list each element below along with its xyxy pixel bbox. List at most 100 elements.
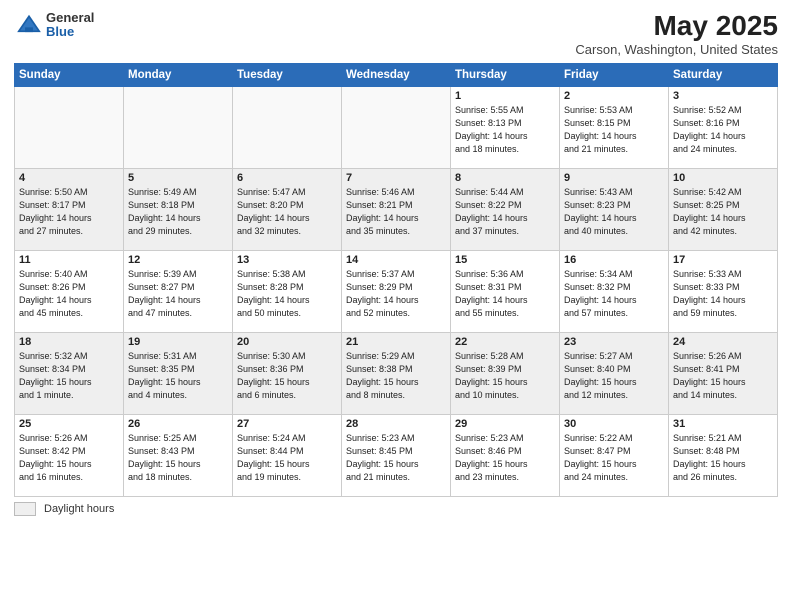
header: General Blue May 2025 Carson, Washington… <box>14 10 778 57</box>
table-row: 15 Sunrise: 5:36 AM Sunset: 8:31 PM Dayli… <box>451 251 560 333</box>
table-row <box>15 87 124 169</box>
day-number: 29 <box>455 418 555 430</box>
calendar-table: Sunday Monday Tuesday Wednesday Thursday… <box>14 63 778 497</box>
day-info: Sunrise: 5:22 AM Sunset: 8:47 PM Dayligh… <box>564 432 664 484</box>
day-number: 23 <box>564 336 664 348</box>
day-info: Sunrise: 5:39 AM Sunset: 8:27 PM Dayligh… <box>128 268 228 320</box>
table-row: 14 Sunrise: 5:37 AM Sunset: 8:29 PM Dayli… <box>342 251 451 333</box>
day-info: Sunrise: 5:50 AM Sunset: 8:17 PM Dayligh… <box>19 186 119 238</box>
day-number: 24 <box>673 336 773 348</box>
day-number: 9 <box>564 172 664 184</box>
col-wednesday: Wednesday <box>342 64 451 87</box>
day-info: Sunrise: 5:44 AM Sunset: 8:22 PM Dayligh… <box>455 186 555 238</box>
day-info: Sunrise: 5:52 AM Sunset: 8:16 PM Dayligh… <box>673 104 773 156</box>
logo-blue-text: Blue <box>46 25 94 39</box>
logo-text: General Blue <box>46 11 94 40</box>
subtitle: Carson, Washington, United States <box>575 42 778 57</box>
col-tuesday: Tuesday <box>233 64 342 87</box>
day-number: 25 <box>19 418 119 430</box>
day-number: 18 <box>19 336 119 348</box>
day-info: Sunrise: 5:28 AM Sunset: 8:39 PM Dayligh… <box>455 350 555 402</box>
legend: Daylight hours <box>14 502 778 516</box>
day-number: 22 <box>455 336 555 348</box>
logo: General Blue <box>14 10 94 40</box>
main-title: May 2025 <box>575 10 778 42</box>
table-row: 21Sunrise: 5:29 AM Sunset: 8:38 PM Dayli… <box>342 333 451 415</box>
table-row: 7 Sunrise: 5:46 AM Sunset: 8:21 PM Daylig… <box>342 169 451 251</box>
day-number: 15 <box>455 254 555 266</box>
day-number: 26 <box>128 418 228 430</box>
logo-icon <box>14 10 44 40</box>
page: General Blue May 2025 Carson, Washington… <box>0 0 792 612</box>
table-row: 17Sunrise: 5:33 AM Sunset: 8:33 PM Dayli… <box>669 251 778 333</box>
day-number: 6 <box>237 172 337 184</box>
day-number: 21 <box>346 336 446 348</box>
table-row: 31 Sunrise: 5:21 AM Sunset: 8:48 PM Dayli… <box>669 415 778 497</box>
day-info: Sunrise: 5:46 AM Sunset: 8:21 PM Dayligh… <box>346 186 446 238</box>
day-number: 13 <box>237 254 337 266</box>
table-row: 22 Sunrise: 5:28 AM Sunset: 8:39 PM Dayli… <box>451 333 560 415</box>
day-number: 7 <box>346 172 446 184</box>
day-info: Sunrise: 5:23 AM Sunset: 8:45 PM Dayligh… <box>346 432 446 484</box>
day-number: 5 <box>128 172 228 184</box>
day-info: Sunrise: 5:23 AM Sunset: 8:46 PM Dayligh… <box>455 432 555 484</box>
table-row: 16Sunrise: 5:34 AM Sunset: 8:32 PM Dayli… <box>560 251 669 333</box>
day-number: 11 <box>19 254 119 266</box>
table-row: 30 Sunrise: 5:22 AM Sunset: 8:47 PM Dayli… <box>560 415 669 497</box>
col-sunday: Sunday <box>15 64 124 87</box>
day-info: Sunrise: 5:32 AM Sunset: 8:34 PM Dayligh… <box>19 350 119 402</box>
table-row: 1Sunrise: 5:55 AM Sunset: 8:13 PM Daylig… <box>451 87 560 169</box>
day-number: 12 <box>128 254 228 266</box>
table-row: 11 Sunrise: 5:40 AM Sunset: 8:26 PM Dayli… <box>15 251 124 333</box>
table-row: 10Sunrise: 5:42 AM Sunset: 8:25 PM Dayli… <box>669 169 778 251</box>
table-row: 9 Sunrise: 5:43 AM Sunset: 8:23 PM Daylig… <box>560 169 669 251</box>
day-number: 28 <box>346 418 446 430</box>
day-number: 14 <box>346 254 446 266</box>
day-info: Sunrise: 5:34 AM Sunset: 8:32 PM Dayligh… <box>564 268 664 320</box>
day-number: 17 <box>673 254 773 266</box>
day-info: Sunrise: 5:40 AM Sunset: 8:26 PM Dayligh… <box>19 268 119 320</box>
table-row: 13Sunrise: 5:38 AM Sunset: 8:28 PM Dayli… <box>233 251 342 333</box>
table-row: 8Sunrise: 5:44 AM Sunset: 8:22 PM Daylig… <box>451 169 560 251</box>
day-number: 19 <box>128 336 228 348</box>
table-row: 28 Sunrise: 5:23 AM Sunset: 8:45 PM Dayli… <box>342 415 451 497</box>
day-info: Sunrise: 5:42 AM Sunset: 8:25 PM Dayligh… <box>673 186 773 238</box>
day-info: Sunrise: 5:49 AM Sunset: 8:18 PM Dayligh… <box>128 186 228 238</box>
table-row: 6 Sunrise: 5:47 AM Sunset: 8:20 PM Daylig… <box>233 169 342 251</box>
calendar-week-row: 11 Sunrise: 5:40 AM Sunset: 8:26 PM Dayli… <box>15 251 778 333</box>
day-info: Sunrise: 5:21 AM Sunset: 8:48 PM Dayligh… <box>673 432 773 484</box>
day-number: 31 <box>673 418 773 430</box>
table-row: 2Sunrise: 5:53 AM Sunset: 8:15 PM Daylig… <box>560 87 669 169</box>
table-row <box>233 87 342 169</box>
day-number: 4 <box>19 172 119 184</box>
day-info: Sunrise: 5:25 AM Sunset: 8:43 PM Dayligh… <box>128 432 228 484</box>
day-info: Sunrise: 5:26 AM Sunset: 8:42 PM Dayligh… <box>19 432 119 484</box>
logo-general-text: General <box>46 11 94 25</box>
table-row: 29 Sunrise: 5:23 AM Sunset: 8:46 PM Dayli… <box>451 415 560 497</box>
table-row: 27Sunrise: 5:24 AM Sunset: 8:44 PM Dayli… <box>233 415 342 497</box>
day-info: Sunrise: 5:31 AM Sunset: 8:35 PM Dayligh… <box>128 350 228 402</box>
table-row: 24Sunrise: 5:26 AM Sunset: 8:41 PM Dayli… <box>669 333 778 415</box>
table-row <box>124 87 233 169</box>
day-number: 2 <box>564 90 664 102</box>
title-block: May 2025 Carson, Washington, United Stat… <box>575 10 778 57</box>
day-info: Sunrise: 5:47 AM Sunset: 8:20 PM Dayligh… <box>237 186 337 238</box>
col-saturday: Saturday <box>669 64 778 87</box>
day-info: Sunrise: 5:36 AM Sunset: 8:31 PM Dayligh… <box>455 268 555 320</box>
col-monday: Monday <box>124 64 233 87</box>
table-row: 19 Sunrise: 5:31 AM Sunset: 8:35 PM Dayli… <box>124 333 233 415</box>
day-number: 1 <box>455 90 555 102</box>
day-number: 30 <box>564 418 664 430</box>
table-row: 20Sunrise: 5:30 AM Sunset: 8:36 PM Dayli… <box>233 333 342 415</box>
legend-box <box>14 502 36 516</box>
day-info: Sunrise: 5:43 AM Sunset: 8:23 PM Dayligh… <box>564 186 664 238</box>
day-info: Sunrise: 5:24 AM Sunset: 8:44 PM Dayligh… <box>237 432 337 484</box>
table-row: 23Sunrise: 5:27 AM Sunset: 8:40 PM Dayli… <box>560 333 669 415</box>
table-row: 12 Sunrise: 5:39 AM Sunset: 8:27 PM Dayli… <box>124 251 233 333</box>
day-info: Sunrise: 5:30 AM Sunset: 8:36 PM Dayligh… <box>237 350 337 402</box>
header-row: Sunday Monday Tuesday Wednesday Thursday… <box>15 64 778 87</box>
table-row: 25 Sunrise: 5:26 AM Sunset: 8:42 PM Dayli… <box>15 415 124 497</box>
calendar-week-row: 1Sunrise: 5:55 AM Sunset: 8:13 PM Daylig… <box>15 87 778 169</box>
day-info: Sunrise: 5:37 AM Sunset: 8:29 PM Dayligh… <box>346 268 446 320</box>
calendar-week-row: 18 Sunrise: 5:32 AM Sunset: 8:34 PM Dayli… <box>15 333 778 415</box>
